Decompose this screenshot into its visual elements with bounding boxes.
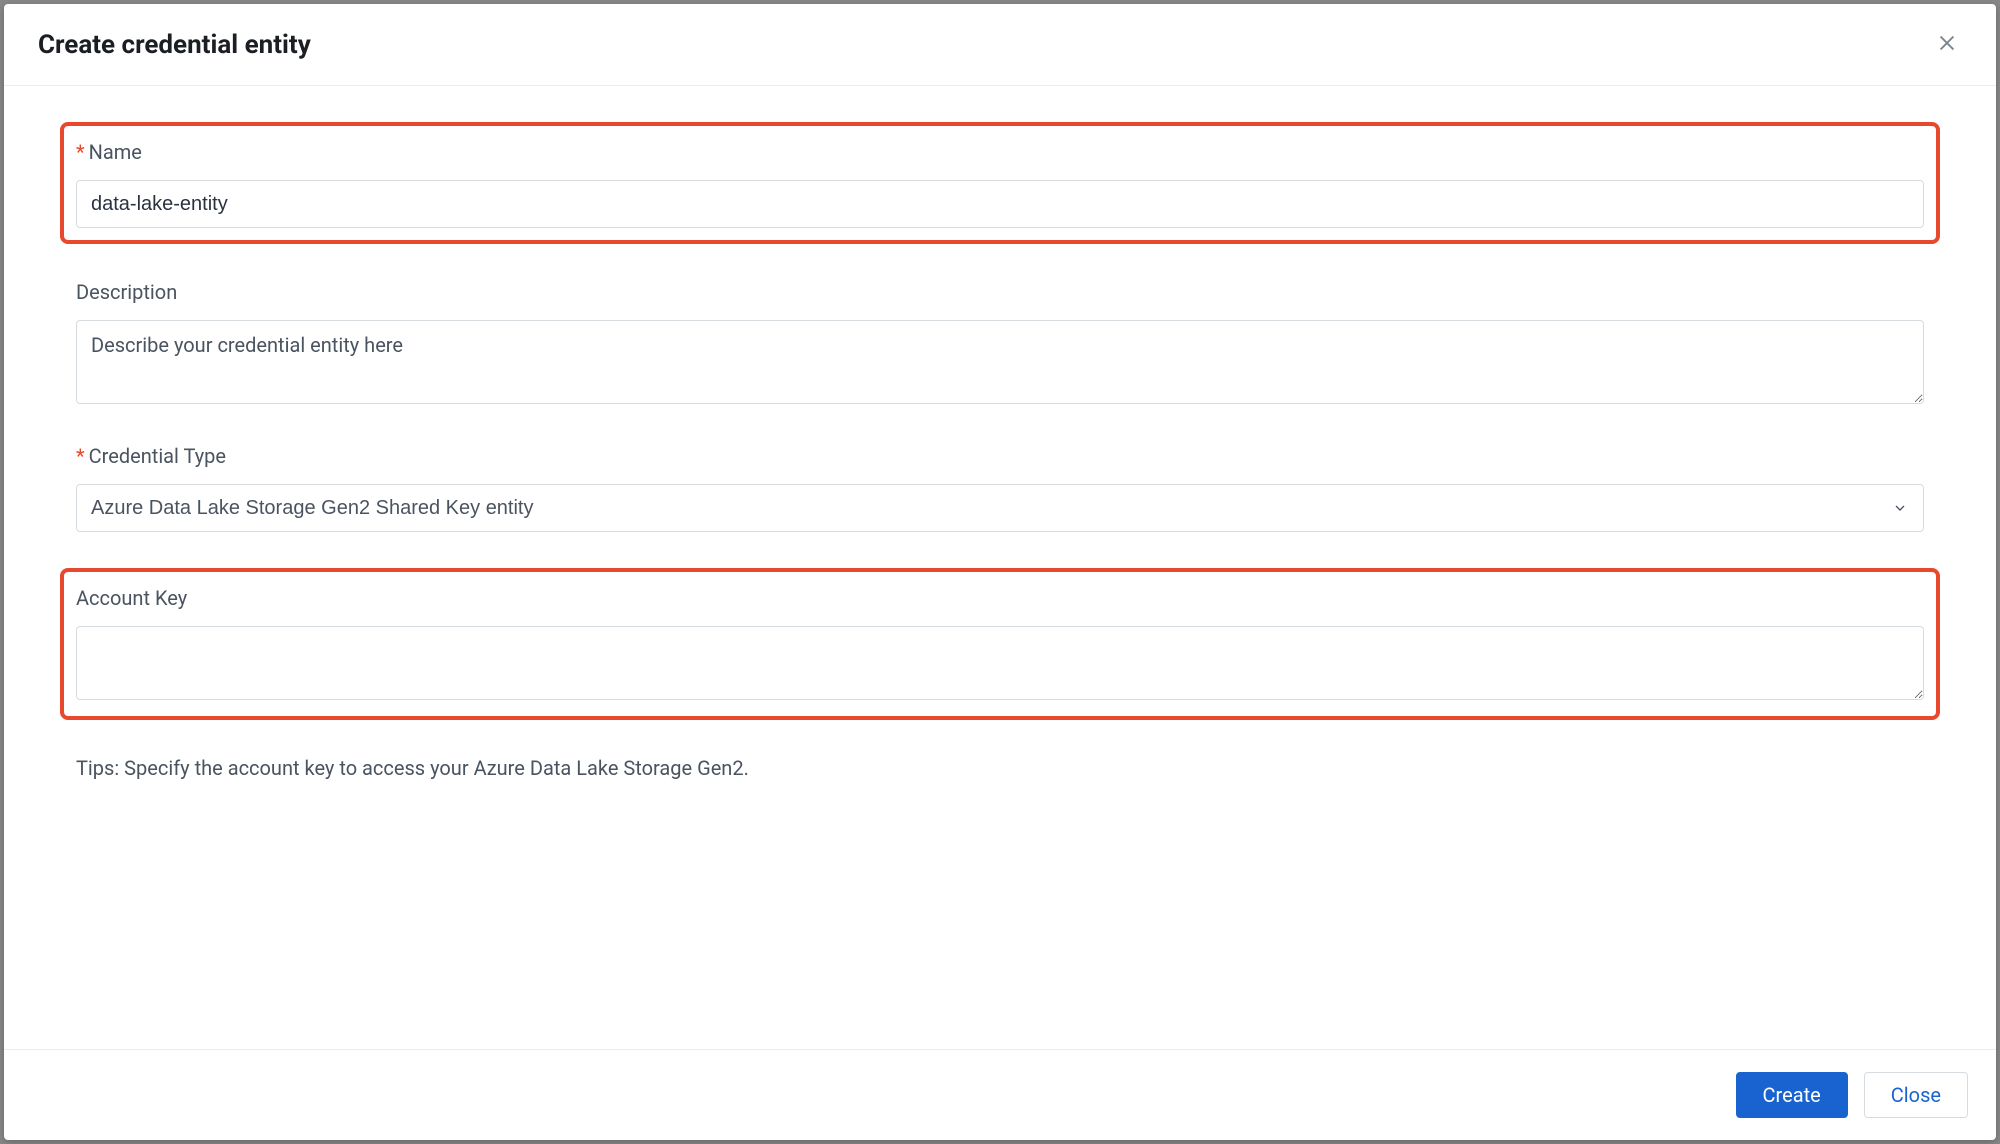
- modal-body: *Name Description *Credential Type Azure…: [4, 86, 1996, 1049]
- modal-footer: Create Close: [4, 1049, 1996, 1140]
- account-key-callout: Account Key: [60, 568, 1940, 720]
- account-key-label: Account Key: [76, 586, 1924, 610]
- close-icon-button[interactable]: [1932, 28, 1962, 61]
- account-key-group: Account Key: [76, 586, 1924, 704]
- credential-type-label: *Credential Type: [76, 444, 1924, 468]
- name-label: *Name: [76, 140, 1924, 164]
- close-button[interactable]: Close: [1864, 1072, 1968, 1118]
- credential-type-group: *Credential Type Azure Data Lake Storage…: [76, 444, 1924, 532]
- create-credential-modal: Create credential entity *Name Descripti…: [4, 4, 1996, 1140]
- name-callout: *Name: [60, 122, 1940, 244]
- name-input[interactable]: [76, 180, 1924, 228]
- create-button[interactable]: Create: [1736, 1072, 1848, 1118]
- close-icon: [1936, 32, 1958, 57]
- required-star-icon: *: [76, 444, 85, 468]
- name-group: *Name: [76, 140, 1924, 228]
- required-star-icon: *: [76, 140, 85, 164]
- credential-type-select[interactable]: Azure Data Lake Storage Gen2 Shared Key …: [76, 484, 1924, 532]
- account-key-tips: Tips: Specify the account key to access …: [76, 756, 1924, 780]
- account-key-input[interactable]: [76, 626, 1924, 700]
- modal-header: Create credential entity: [4, 4, 1996, 86]
- modal-title: Create credential entity: [38, 30, 311, 60]
- description-group: Description: [76, 280, 1924, 408]
- credential-type-select-wrapper: Azure Data Lake Storage Gen2 Shared Key …: [76, 484, 1924, 532]
- description-label: Description: [76, 280, 1924, 304]
- description-input[interactable]: [76, 320, 1924, 404]
